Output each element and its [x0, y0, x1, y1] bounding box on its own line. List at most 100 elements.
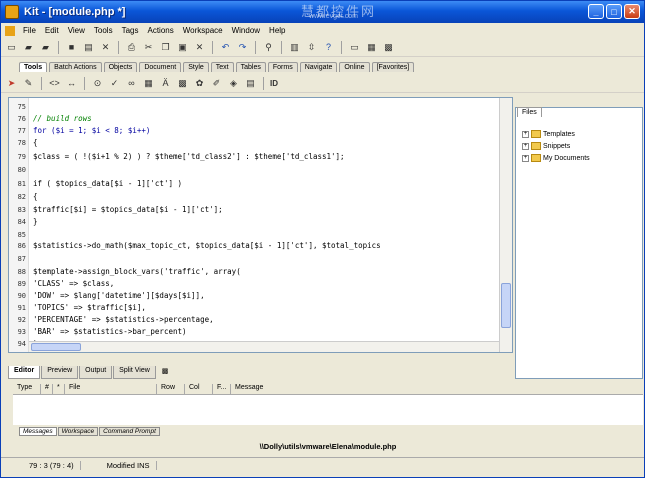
horizontal-scrollbar[interactable]	[29, 341, 499, 352]
messages-list[interactable]	[13, 395, 643, 425]
tree-item-templates[interactable]: + Templates	[522, 130, 575, 138]
tab-tools[interactable]: Tools	[19, 62, 48, 72]
tab-online[interactable]: Online	[339, 62, 370, 72]
menu-file[interactable]: File	[22, 26, 37, 35]
tab-output[interactable]: Output	[79, 366, 113, 379]
tab-document[interactable]: Document	[139, 62, 182, 72]
find-icon[interactable]: ⚲	[262, 41, 275, 54]
image-icon[interactable]: ▩	[176, 77, 189, 90]
col-col[interactable]: Col	[185, 384, 213, 394]
tree-item-my-documents[interactable]: + My Documents	[522, 154, 590, 162]
menu-window[interactable]: Window	[231, 26, 261, 35]
tag-inspector-icon[interactable]: ✎	[22, 77, 35, 90]
grid-icon[interactable]: ▩	[382, 41, 395, 54]
layout-icon[interactable]: ▦	[365, 41, 378, 54]
expand-icon[interactable]: +	[522, 154, 529, 162]
tab-batch-actions[interactable]: Batch Actions	[49, 62, 102, 72]
toggle-icon[interactable]: ⇳	[305, 41, 318, 54]
col-f[interactable]: F...	[213, 384, 231, 394]
status-bar: 79 : 3 (79 : 4) Modified INS	[1, 457, 644, 473]
tab-workspace[interactable]: Workspace	[57, 427, 99, 436]
menu-bar: File Edit View Tools Tags Actions Worksp…	[1, 23, 644, 38]
arrows-icon[interactable]: ↔	[65, 77, 78, 90]
scroll-thumb[interactable]	[501, 283, 511, 328]
code-icon[interactable]: <>	[48, 77, 61, 90]
menu-tags[interactable]: Tags	[121, 26, 140, 35]
tree-item-snippets[interactable]: + Snippets	[522, 142, 570, 150]
menu-workspace[interactable]: Workspace	[182, 26, 224, 35]
tab-files[interactable]: Files	[517, 107, 542, 117]
open-remote-icon[interactable]: ▰	[39, 41, 52, 54]
code-line: 88 $template->assign_block_vars('traffic…	[17, 267, 241, 276]
code-line: 90 'DOW' => $lang['datetime'][$days[$i]]…	[17, 291, 205, 300]
expand-icon[interactable]: +	[522, 142, 529, 150]
code-line: 92 'PERCENTAGE' => $statistics->percenta…	[17, 315, 214, 324]
image-icon[interactable]: ▩	[157, 366, 174, 379]
expand-icon[interactable]: +	[522, 130, 529, 138]
tab-editor[interactable]: Editor	[8, 366, 41, 379]
tab-preview[interactable]: Preview	[41, 366, 79, 379]
open-folder-icon[interactable]: ▰	[22, 41, 35, 54]
app-icon	[5, 5, 19, 19]
col-number[interactable]: #	[41, 384, 53, 394]
panel-icon[interactable]: ▥	[288, 41, 301, 54]
edit-mode: Modified INS	[101, 461, 157, 470]
tools-toolbar: ➤ ✎ <> ↔ ⊙ ✓ ∞ ▦ Ä ▩ ✿ ✐ ◈ ▤ ID	[1, 74, 644, 93]
new-file-icon[interactable]: ▭	[5, 41, 18, 54]
code-line: 76// build rows	[17, 114, 92, 123]
col-star[interactable]: *	[53, 384, 65, 394]
col-type[interactable]: Type	[13, 384, 41, 394]
col-row[interactable]: Row	[157, 384, 185, 394]
menu-edit[interactable]: Edit	[44, 26, 60, 35]
tag-chooser-icon[interactable]: ➤	[5, 77, 18, 90]
tab-tables[interactable]: Tables	[235, 62, 266, 72]
paste-icon[interactable]: ▣	[176, 41, 189, 54]
maximize-button[interactable]: □	[606, 4, 622, 19]
validate-icon[interactable]: ⊙	[91, 77, 104, 90]
col-file[interactable]: File	[65, 384, 157, 394]
tab-navigate[interactable]: Navigate	[299, 62, 338, 72]
code-line: 79 $class = ( !($i+1 % 2) ) ? $theme['td…	[17, 152, 345, 161]
tab-text[interactable]: Text	[210, 62, 234, 72]
color-icon[interactable]: ◈	[227, 77, 240, 90]
style-icon[interactable]: ✿	[193, 77, 206, 90]
brush-icon[interactable]: ✐	[210, 77, 223, 90]
tab-forms[interactable]: Forms	[267, 62, 298, 72]
menu-view[interactable]: View	[67, 26, 86, 35]
cut-icon[interactable]: ✂	[142, 41, 155, 54]
menu-actions[interactable]: Actions	[146, 26, 174, 35]
undo-icon[interactable]: ↶	[219, 41, 232, 54]
standard-toolbar: ▭ ▰ ▰ ■ ▤ ✕ ⎙ ✂ ❐ ▣ ✕ ↶ ↷ ⚲ ▥ ⇳ ? ▭ ▦ ▩	[1, 38, 644, 57]
tab-split-view[interactable]: Split View	[113, 366, 156, 379]
table2-icon[interactable]: ▤	[244, 77, 257, 90]
tab-command-prompt[interactable]: Command Prompt	[99, 427, 160, 436]
hscroll-thumb[interactable]	[31, 343, 81, 351]
tab-messages[interactable]: Messages	[19, 427, 57, 436]
delete-icon[interactable]: ✕	[193, 41, 206, 54]
col-message[interactable]: Message	[231, 384, 311, 394]
menu-tools[interactable]: Tools	[93, 26, 114, 35]
monitor-icon[interactable]: ▭	[348, 41, 361, 54]
minimize-button[interactable]: _	[588, 4, 604, 19]
close-file-icon[interactable]: ✕	[99, 41, 112, 54]
check-icon[interactable]: ✓	[108, 77, 121, 90]
id-label[interactable]: ID	[270, 77, 278, 90]
menu-help[interactable]: Help	[268, 26, 286, 35]
help-icon[interactable]: ?	[322, 41, 335, 54]
code-line: 78{	[17, 138, 38, 147]
close-button[interactable]: ✕	[624, 4, 640, 19]
link-icon[interactable]: ∞	[125, 77, 138, 90]
tab-objects[interactable]: Objects	[103, 62, 138, 72]
save-all-icon[interactable]: ▤	[82, 41, 95, 54]
tab-favorites[interactable]: [Favorites]	[371, 62, 415, 72]
save-icon[interactable]: ■	[65, 41, 78, 54]
vertical-scrollbar[interactable]	[499, 98, 512, 352]
redo-icon[interactable]: ↷	[236, 41, 249, 54]
table-icon[interactable]: ▦	[142, 77, 155, 90]
print-icon[interactable]: ⎙	[125, 41, 138, 54]
copy-icon[interactable]: ❐	[159, 41, 172, 54]
title-bar[interactable]: Kit - [module.php *] 慧都控件网 www.evget.com…	[1, 1, 644, 23]
code-editor[interactable]: 75 76// build rows 77 for ($i = 1; $i < 8…	[8, 97, 513, 353]
tab-style[interactable]: Style	[183, 62, 209, 72]
spell-icon[interactable]: Ä	[159, 77, 172, 90]
